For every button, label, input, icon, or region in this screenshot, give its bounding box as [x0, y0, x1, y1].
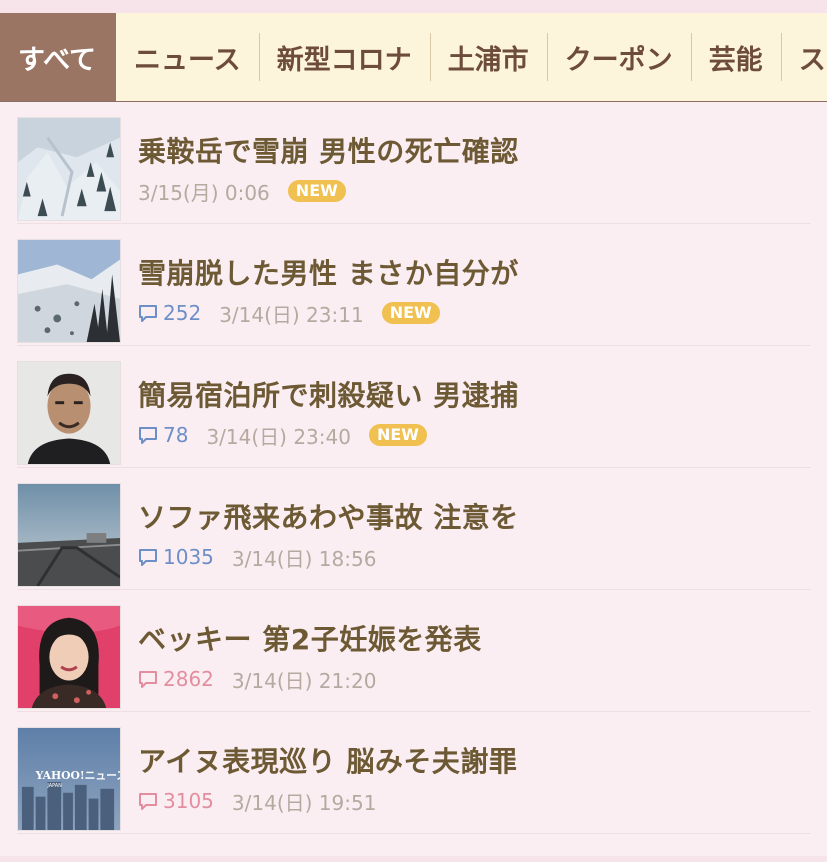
- yahoo-news-logo-icon: YAHOO!ニュース JAPAN: [17, 727, 121, 831]
- news-meta: 78 3/14(日) 23:40 NEW: [138, 421, 427, 449]
- tab-label: 新型コロナ: [276, 44, 412, 76]
- news-item[interactable]: YAHOO!ニュース JAPAN アイヌ表現巡り 脳みそ夫謝罪 3105 3/1…: [17, 712, 811, 834]
- news-list: 乗鞍岳で雪崩 男性の死亡確認 3/15(月) 0:06 NEW 雪崩脱した男性 …: [0, 102, 827, 834]
- news-item[interactable]: 乗鞍岳で雪崩 男性の死亡確認 3/15(月) 0:06 NEW: [17, 102, 811, 224]
- news-headline: ソファ飛来あわや事故 注意を: [138, 501, 519, 534]
- yahoo-news-page: すべて ニュース 新型コロナ 土浦市 クーポン 芸能 ス 乗鞍岳で雪崩 男性の死…: [0, 0, 827, 862]
- new-badge: NEW: [287, 180, 346, 202]
- news-date: 3/14(日) 18:56: [231, 546, 377, 571]
- comment-icon: [139, 427, 157, 444]
- news-headline: ベッキー 第2子妊娠を発表: [138, 623, 482, 656]
- woman-portrait-icon: [17, 605, 121, 709]
- comment-icon: [139, 549, 157, 566]
- avalanche-icon: [17, 239, 121, 343]
- comment-count[interactable]: 3105: [138, 789, 214, 813]
- news-date: 3/14(日) 19:51: [231, 790, 377, 815]
- news-item[interactable]: 雪崩脱した男性 まさか自分が 252 3/14(日) 23:11 NEW: [17, 224, 811, 346]
- page-bottom: [0, 856, 827, 862]
- comment-count[interactable]: 78: [138, 423, 188, 447]
- news-headline: 乗鞍岳で雪崩 男性の死亡確認: [138, 135, 519, 168]
- news-headline: 簡易宿泊所で刺殺疑い 男逮捕: [138, 379, 519, 412]
- comment-count-value: 252: [163, 301, 202, 325]
- news-date: 3/14(日) 21:20: [231, 668, 377, 693]
- comment-count-value: 1035: [163, 545, 214, 569]
- tab-label: すべて: [18, 44, 97, 76]
- category-tab-bar: すべて ニュース 新型コロナ 土浦市 クーポン 芸能 ス: [0, 13, 827, 102]
- tab-news[interactable]: ニュース: [116, 13, 259, 101]
- news-meta: 3105 3/14(日) 19:51: [138, 787, 394, 815]
- tab-entertainment[interactable]: 芸能: [690, 13, 781, 101]
- tab-label: ニュース: [134, 44, 241, 76]
- snow-slope-icon: [17, 117, 121, 221]
- news-meta: 1035 3/14(日) 18:56: [138, 543, 394, 571]
- new-badge: NEW: [368, 424, 427, 446]
- tab-sports[interactable]: ス: [780, 13, 827, 101]
- comment-count[interactable]: 1035: [138, 545, 214, 569]
- news-headline: アイヌ表現巡り 脳みそ夫謝罪: [138, 745, 518, 778]
- news-date: 3/15(月) 0:06: [138, 180, 270, 205]
- tab-label: クーポン: [564, 44, 673, 76]
- comment-icon: [139, 671, 157, 688]
- tab-covid[interactable]: 新型コロナ: [258, 13, 430, 101]
- news-item[interactable]: ベッキー 第2子妊娠を発表 2862 3/14(日) 21:20: [17, 590, 811, 712]
- tab-label: 芸能: [708, 44, 763, 76]
- comment-icon: [139, 305, 157, 322]
- man-portrait-icon: [17, 361, 121, 465]
- comment-count[interactable]: 2862: [138, 667, 214, 691]
- news-headline: 雪崩脱した男性 まさか自分が: [138, 257, 519, 290]
- svg-text:JAPAN: JAPAN: [46, 783, 62, 789]
- tab-tsuchiura[interactable]: 土浦市: [429, 13, 547, 101]
- tab-label: ス: [798, 44, 826, 76]
- svg-text:YAHOO!ニュース: YAHOO!ニュース: [35, 769, 120, 782]
- news-meta: 252 3/14(日) 23:11 NEW: [138, 299, 440, 327]
- new-badge: NEW: [381, 302, 440, 324]
- news-item[interactable]: ソファ飛来あわや事故 注意を 1035 3/14(日) 18:56: [17, 468, 811, 590]
- news-date: 3/14(日) 23:11: [219, 302, 364, 327]
- highway-sky-icon: [17, 483, 121, 587]
- comment-count-value: 78: [163, 423, 189, 447]
- tab-all[interactable]: すべて: [0, 13, 117, 101]
- tab-label: 土浦市: [447, 44, 529, 76]
- top-strip: [0, 0, 827, 13]
- news-date: 3/14(日) 23:40: [206, 424, 351, 449]
- news-meta: 2862 3/14(日) 21:20: [138, 665, 394, 693]
- comment-icon: [139, 793, 157, 810]
- news-meta: 3/15(月) 0:06 NEW: [138, 177, 346, 205]
- comment-count-value: 2862: [163, 667, 214, 691]
- news-item[interactable]: 簡易宿泊所で刺殺疑い 男逮捕 78 3/14(日) 23:40 NEW: [17, 346, 811, 468]
- tab-coupon[interactable]: クーポン: [546, 13, 691, 101]
- comment-count[interactable]: 252: [138, 301, 201, 325]
- comment-count-value: 3105: [163, 789, 214, 813]
